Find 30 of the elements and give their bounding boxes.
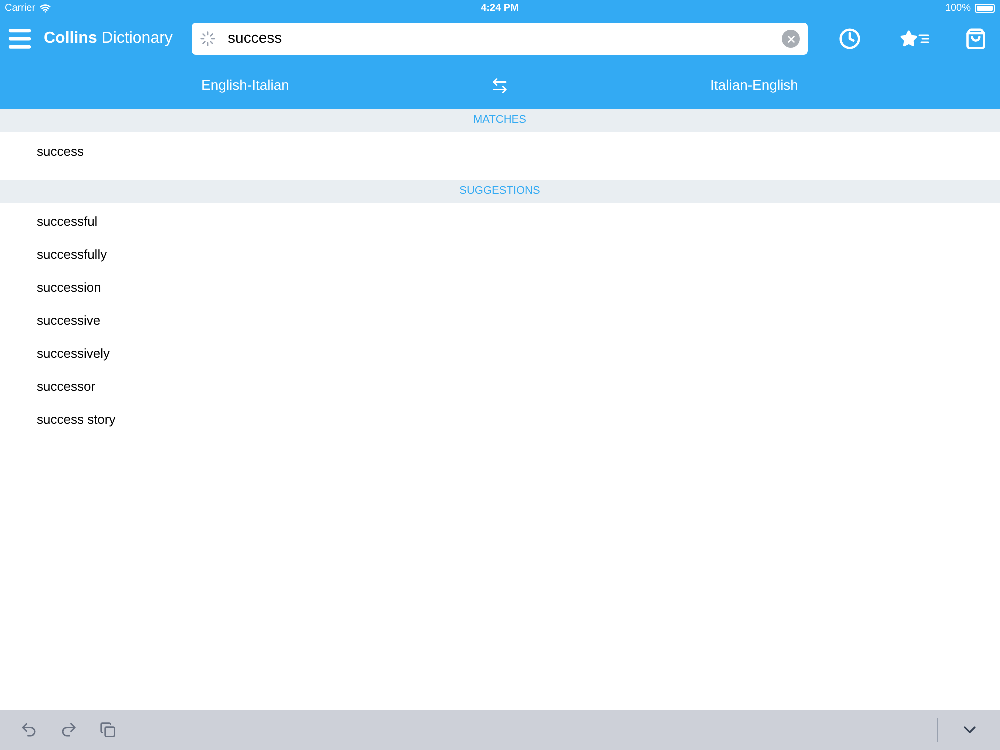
app-title: Collins Dictionary <box>44 29 174 49</box>
battery-percentage: 100% <box>945 2 972 16</box>
shop-button[interactable] <box>964 28 988 50</box>
word-list-item[interactable]: successfully <box>0 238 1000 271</box>
clock-time: 4:24 PM <box>481 2 519 16</box>
word-list-item[interactable]: success story <box>0 403 1000 436</box>
word-list-item[interactable]: succession <box>0 271 1000 304</box>
paste-button[interactable] <box>100 722 116 738</box>
history-button[interactable] <box>838 28 862 50</box>
word-list-item[interactable]: successive <box>0 304 1000 337</box>
search-field[interactable]: success <box>192 23 808 55</box>
undo-button[interactable] <box>20 721 38 739</box>
carrier-label: Carrier <box>5 2 36 16</box>
redo-button[interactable] <box>60 721 78 739</box>
search-input[interactable]: success <box>228 28 770 50</box>
section-header: MATCHES <box>0 109 1000 132</box>
word-list-item[interactable]: successively <box>0 337 1000 370</box>
word-list-item[interactable]: success <box>0 135 1000 168</box>
battery-icon <box>975 4 996 12</box>
list-icon <box>918 33 930 45</box>
section-header: SUGGESTIONS <box>0 180 1000 203</box>
word-list-item[interactable]: successful <box>0 205 1000 238</box>
favorites-button[interactable] <box>900 30 930 48</box>
clear-button[interactable] <box>782 30 800 48</box>
swap-button[interactable] <box>491 76 509 94</box>
loading-spinner-icon <box>200 31 216 47</box>
close-icon <box>786 34 796 44</box>
wifi-icon <box>40 2 51 14</box>
word-list-item[interactable]: successor <box>0 370 1000 403</box>
star-icon <box>900 30 918 48</box>
